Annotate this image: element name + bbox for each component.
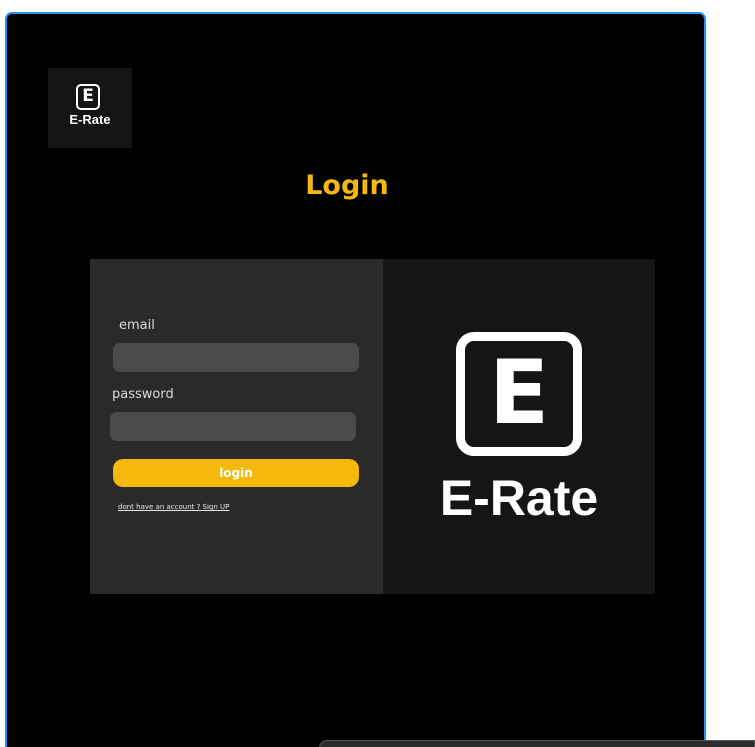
brand-panel: E E-Rate: [383, 259, 655, 594]
page-title: Login: [305, 170, 389, 201]
email-label: email: [119, 318, 155, 333]
login-form-panel: email password login dont have an accoun…: [90, 259, 383, 594]
password-field[interactable]: [110, 412, 356, 441]
app-window: E E-Rate Login email password login dont…: [5, 12, 706, 747]
brand-e-icon: E: [456, 332, 582, 456]
header-logo[interactable]: E E-Rate: [48, 68, 132, 148]
logo-name: E-Rate: [69, 112, 111, 127]
password-label: password: [112, 387, 174, 402]
brand-name: E-Rate: [439, 470, 599, 526]
email-field[interactable]: [113, 343, 359, 372]
logo-e-icon: E: [76, 84, 100, 110]
overlay-tab: [319, 740, 755, 747]
login-button[interactable]: login: [113, 459, 359, 487]
signup-link[interactable]: dont have an account ? Sign UP: [118, 503, 229, 511]
